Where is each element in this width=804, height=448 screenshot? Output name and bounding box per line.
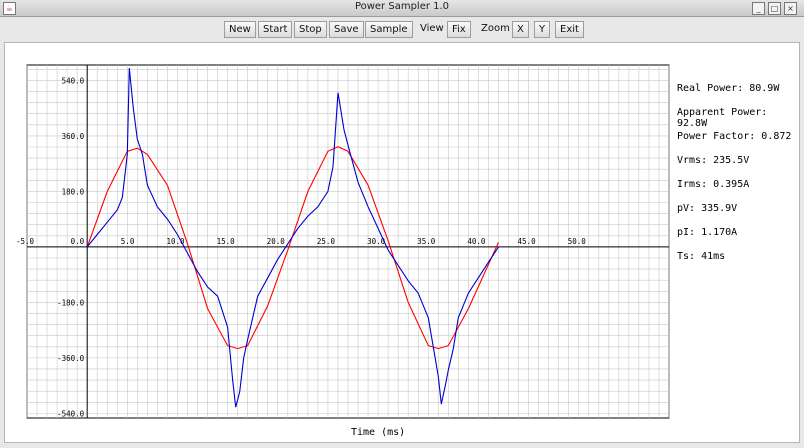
- x-tick-label: 40.0: [467, 237, 486, 246]
- save-button[interactable]: Save: [329, 21, 364, 38]
- y-tick-label: 360.0: [62, 132, 85, 141]
- new-button[interactable]: New: [224, 21, 256, 38]
- real-power-readout: Real Power: 80.9W: [677, 83, 780, 94]
- vrms-readout: Vrms: 235.5V: [677, 155, 750, 166]
- x-tick-label: 45.0: [518, 237, 537, 246]
- x-tick-label: 0.0: [71, 237, 85, 246]
- x-tick-label: -5.0: [16, 237, 35, 246]
- apparent-power-readout: Apparent Power: 92.8W: [677, 107, 768, 129]
- irms-readout: Irms: 0.395A: [677, 179, 750, 190]
- x-tick-label: 35.0: [417, 237, 436, 246]
- minimize-button[interactable]: _: [752, 2, 765, 15]
- stop-button[interactable]: Stop: [294, 21, 327, 38]
- toolbar: New Start Stop Save Sample View Fix Zoom…: [0, 17, 804, 41]
- x-tick-label: 15.0: [217, 237, 236, 246]
- zoom-label: Zoom: [481, 23, 510, 34]
- waveform-chart: -5.0 0.0 5.0 10.0 15.0 20.0 25.0 30.0 35.0 40.0 45…: [16, 64, 670, 419]
- sample-time-readout: Ts: 41ms: [677, 251, 726, 262]
- y-tick-label: 540.0: [62, 76, 85, 85]
- exit-button[interactable]: Exit: [555, 21, 584, 38]
- x-tick-label: 20.0: [267, 237, 286, 246]
- zoom-y-button[interactable]: Y: [534, 21, 551, 38]
- y-tick-label: -540.0: [57, 409, 85, 418]
- fix-button[interactable]: Fix: [447, 21, 471, 38]
- x-tick-label: 5.0: [121, 237, 135, 246]
- x-tick-label: 10.0: [166, 237, 185, 246]
- zoom-x-button[interactable]: X: [512, 21, 529, 38]
- y-tick-label: 180.0: [62, 187, 85, 196]
- x-tick-label: 50.0: [568, 237, 587, 246]
- title-bar: ☕ Power Sampler 1.0 _ □ ×: [0, 0, 804, 17]
- maximize-button[interactable]: □: [768, 2, 781, 15]
- x-axis-label: Time (ms): [351, 427, 406, 438]
- start-button[interactable]: Start: [258, 21, 293, 38]
- plot-panel: -5.0 0.0 5.0 10.0 15.0 20.0 25.0 30.0 35.0 40.0 45…: [4, 42, 800, 443]
- x-tick-label: 25.0: [317, 237, 336, 246]
- view-label: View: [420, 23, 444, 34]
- sample-button[interactable]: Sample: [365, 21, 413, 38]
- power-factor-readout: Power Factor: 0.872: [677, 131, 792, 142]
- y-tick-label: -360.0: [57, 354, 85, 363]
- peak-voltage-readout: pV: 335.9V: [677, 203, 738, 214]
- close-button[interactable]: ×: [784, 2, 797, 15]
- peak-current-readout: pI: 1.170A: [677, 227, 738, 238]
- window-title: Power Sampler 1.0: [354, 1, 450, 12]
- y-tick-label: -180.0: [57, 298, 85, 307]
